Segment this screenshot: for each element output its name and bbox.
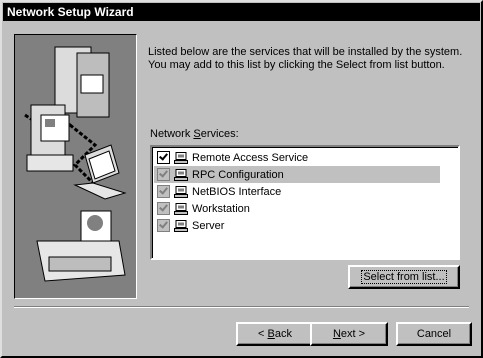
separator — [14, 306, 469, 308]
back-label: ack — [274, 328, 292, 340]
checkbox[interactable] — [157, 185, 170, 198]
services-label-accel: S — [193, 128, 201, 140]
network-computers-illustration — [14, 34, 137, 299]
list-item[interactable]: Server — [154, 217, 440, 234]
list-item[interactable]: Remote Access Service — [154, 149, 440, 166]
services-label-pre: Network — [150, 128, 194, 140]
network-illustration-icon — [24, 46, 127, 282]
cancel-label: Cancel — [416, 328, 452, 340]
service-label: Remote Access Service — [192, 151, 309, 164]
checkbox[interactable] — [157, 151, 170, 164]
wizard-window: Network Setup Wizard Listed below are th… — [0, 0, 483, 358]
list-item[interactable]: RPC Configuration — [154, 166, 440, 183]
network-computer-icon — [174, 202, 188, 215]
service-label: Server — [192, 219, 225, 232]
select-button-label: Select from list... — [361, 270, 447, 284]
back-button[interactable]: < Back — [236, 322, 314, 346]
list-item[interactable]: Workstation — [154, 200, 440, 217]
checkbox[interactable] — [157, 202, 170, 215]
next-accel: N — [332, 328, 341, 340]
list-item[interactable]: NetBIOS Interface — [154, 183, 440, 200]
network-services-list[interactable]: Remote Access Service RPC Configuration … — [150, 145, 460, 260]
description-line: You may add to this list by clicking the… — [148, 59, 445, 71]
service-label: Workstation — [192, 202, 250, 215]
network-computer-icon — [174, 185, 188, 198]
next-label: ext — [340, 328, 356, 340]
back-accel: B — [267, 328, 275, 340]
window-title: Network Setup Wizard — [7, 5, 134, 19]
services-label-post: ervices: — [200, 128, 239, 140]
wizard-description: Listed below are the services that will … — [148, 46, 468, 72]
network-services-label: Network Services: — [150, 128, 239, 140]
service-label: NetBIOS Interface — [192, 185, 282, 198]
network-computer-icon — [174, 151, 188, 164]
checkbox[interactable] — [157, 219, 170, 232]
title-bar[interactable]: Network Setup Wizard — [3, 3, 480, 21]
network-computer-icon — [174, 168, 188, 181]
description-line: Listed below are the services that will … — [148, 46, 463, 58]
network-computer-icon — [174, 219, 188, 232]
cancel-button[interactable]: Cancel — [396, 322, 472, 346]
select-from-list-button[interactable]: Select from list... — [348, 265, 460, 289]
service-label: RPC Configuration — [192, 168, 284, 181]
next-button[interactable]: Next > — [310, 322, 388, 346]
checkbox[interactable] — [157, 168, 170, 181]
